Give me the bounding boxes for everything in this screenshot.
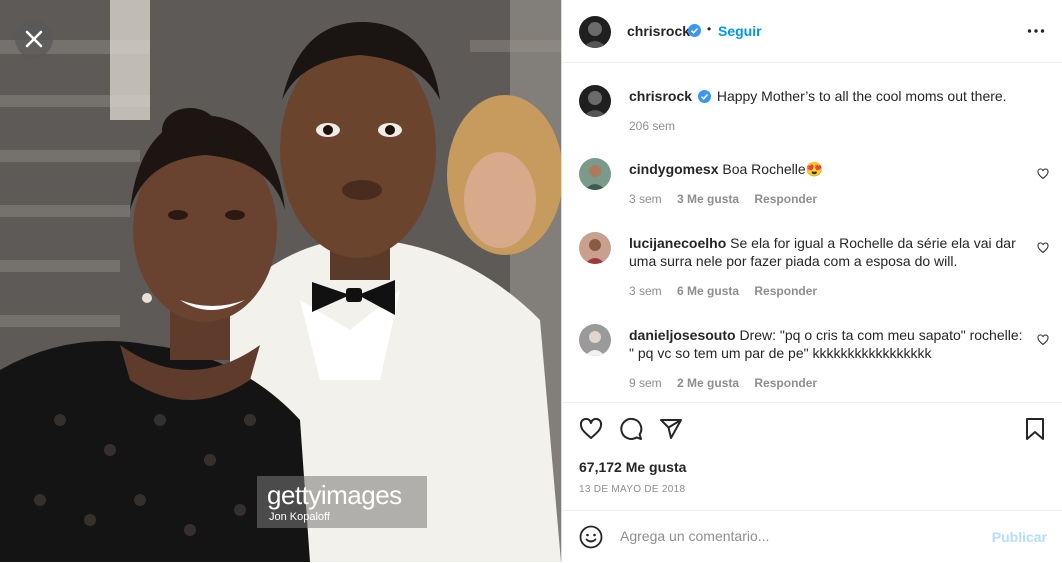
comment-meta: 9 sem 2 Me gusta Responder [629, 376, 817, 390]
reply-button[interactable]: Responder [754, 192, 817, 206]
author-username[interactable]: chrisrock [627, 23, 690, 39]
publish-button[interactable]: Publicar [992, 529, 1047, 545]
save-button[interactable] [1024, 417, 1046, 446]
likes-count[interactable]: 67,172 Me gusta [579, 459, 686, 475]
comment-text-block: danieljosesouto Drew: "pq o cris ta com … [629, 326, 1029, 362]
close-icon [25, 30, 43, 48]
verified-badge-icon [697, 89, 711, 103]
post-side-panel: chrisrock • Seguir chrisrock Happy Mothe… [561, 0, 1062, 562]
comments-list[interactable]: chrisrock Happy Mother’s to all the cool… [562, 63, 1062, 401]
share-button[interactable] [659, 417, 683, 446]
comment-avatar[interactable] [579, 324, 611, 356]
more-options-button[interactable] [1027, 22, 1045, 45]
more-options-icon [1027, 29, 1045, 33]
heart-icon [1037, 334, 1049, 346]
emoji-icon [579, 525, 603, 549]
comment-like-button[interactable] [1037, 241, 1049, 259]
comment-avatar[interactable] [579, 232, 611, 264]
post-photo[interactable]: gettyimages Jon Kopaloff [0, 0, 561, 562]
comment-likes[interactable]: 6 Me gusta [677, 284, 739, 298]
post-date: 13 DE MAYO DE 2018 [579, 484, 686, 495]
share-icon [660, 419, 682, 439]
comment-text-block: lucijanecoelho Se ela for igual a Rochel… [629, 234, 1029, 270]
comment-likes[interactable]: 2 Me gusta [677, 376, 739, 390]
emoji-button[interactable] [579, 525, 603, 554]
reply-button[interactable]: Responder [754, 376, 817, 390]
comment-meta: 3 sem 3 Me gusta Responder [629, 192, 817, 206]
caption-username[interactable]: chrisrock [629, 88, 692, 104]
comment-avatar-image [585, 331, 605, 356]
verified-badge-icon [688, 24, 701, 37]
like-button[interactable] [579, 417, 603, 446]
close-button[interactable] [15, 20, 53, 58]
comment-age: 9 sem [629, 376, 662, 390]
post-header: chrisrock • Seguir [562, 0, 1062, 63]
comment-avatar[interactable] [579, 158, 611, 190]
caption-meta: 206 sem [629, 119, 675, 133]
watermark-brand: gettyimages [267, 480, 402, 510]
header-separator: • [707, 22, 712, 36]
comment-input[interactable] [618, 527, 962, 545]
comment-text-block: cindygomesx Boa Rochelle😍 [629, 160, 1029, 178]
follow-button[interactable]: Seguir [718, 23, 762, 39]
comment-avatar-image [585, 165, 605, 190]
getty-watermark: gettyimages Jon Kopaloff [257, 476, 427, 528]
caption-text: Happy Mother’s to all the cool moms out … [716, 88, 1007, 104]
comment-username[interactable]: danieljosesouto [629, 327, 736, 343]
heart-icon [579, 417, 603, 439]
comment-likes[interactable]: 3 Me gusta [677, 192, 739, 206]
comment-meta: 3 sem 6 Me gusta Responder [629, 284, 817, 298]
heart-icon [1037, 168, 1049, 180]
bookmark-icon [1026, 418, 1044, 440]
comment-icon [620, 417, 643, 440]
reply-button[interactable]: Responder [754, 284, 817, 298]
watermark-credit: Jon Kopaloff [269, 511, 330, 523]
comment-like-button[interactable] [1037, 333, 1049, 351]
comment-button[interactable] [619, 417, 643, 446]
comment-composer: Publicar [562, 510, 1062, 563]
author-avatar[interactable] [579, 16, 611, 48]
comment-age: 3 sem [629, 284, 662, 298]
comment-text: Boa Rochelle😍 [722, 161, 824, 177]
heart-icon [1037, 242, 1049, 254]
author-avatar-image [583, 22, 607, 48]
caption-age: 206 sem [629, 119, 676, 133]
comment-avatar-image [585, 239, 605, 264]
caption-avatar-image [583, 91, 607, 117]
post-actions: 67,172 Me gusta 13 DE MAYO DE 2018 [562, 402, 1062, 511]
comment-username[interactable]: lucijanecoelho [629, 235, 726, 251]
caption-text-block: chrisrock Happy Mother’s to all the cool… [629, 87, 1029, 105]
comment-username[interactable]: cindygomesx [629, 161, 718, 177]
comment-age: 3 sem [629, 192, 662, 206]
caption-avatar[interactable] [579, 85, 611, 117]
comment-like-button[interactable] [1037, 167, 1049, 185]
